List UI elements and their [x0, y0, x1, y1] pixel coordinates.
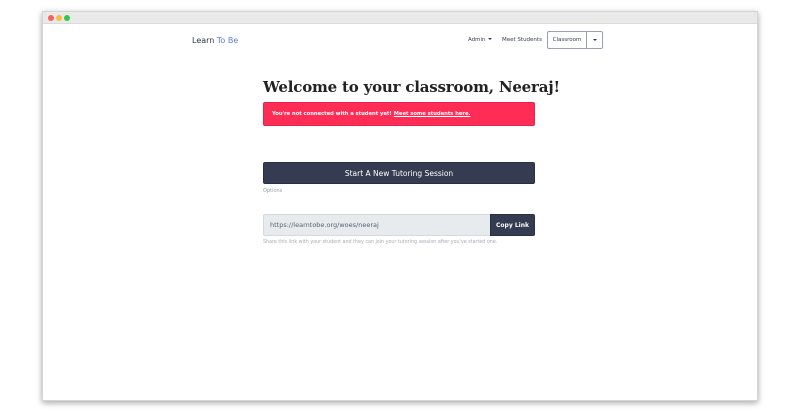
brand-logo[interactable]: Learn To Be: [192, 36, 238, 45]
brand-accent-text: To Be: [214, 36, 239, 45]
alert-text: You're not connected with a student yet!: [272, 111, 392, 117]
copy-link-button[interactable]: Copy Link: [490, 214, 535, 236]
page-title: Welcome to your classroom, Neeraj!: [263, 78, 560, 96]
classroom-dropdown-toggle[interactable]: [586, 31, 603, 49]
top-navbar: Learn To Be Admin Meet Students Classroo…: [43, 24, 757, 58]
close-window-button[interactable]: [48, 15, 54, 21]
admin-dropdown[interactable]: Admin: [468, 37, 492, 43]
share-link-input[interactable]: https://learntobe.org/woes/neeraj: [263, 214, 490, 236]
chevron-down-icon: [592, 39, 597, 41]
classroom-button[interactable]: Classroom: [547, 31, 586, 49]
brand-main-text: Learn: [192, 36, 215, 45]
meet-students-link[interactable]: Meet Students: [502, 37, 542, 43]
options-link[interactable]: Options: [263, 188, 282, 194]
maximize-window-button[interactable]: [64, 15, 70, 21]
meet-students-alert-link[interactable]: Meet some students here.: [394, 111, 471, 117]
window-titlebar: [43, 12, 757, 24]
share-link-group: https://learntobe.org/woes/neeraj Copy L…: [263, 214, 535, 236]
share-link-help-text: Share this link with your student and th…: [263, 240, 498, 245]
classroom-main: Welcome to your classroom, Neeraj! You'r…: [263, 78, 560, 245]
chevron-down-icon: [487, 38, 492, 40]
no-student-alert: You're not connected with a student yet!…: [263, 102, 535, 126]
admin-label: Admin: [468, 37, 486, 43]
minimize-window-button[interactable]: [56, 15, 62, 21]
start-session-button[interactable]: Start A New Tutoring Session: [263, 162, 535, 184]
browser-window: Learn To Be Admin Meet Students Classroo…: [42, 11, 758, 401]
